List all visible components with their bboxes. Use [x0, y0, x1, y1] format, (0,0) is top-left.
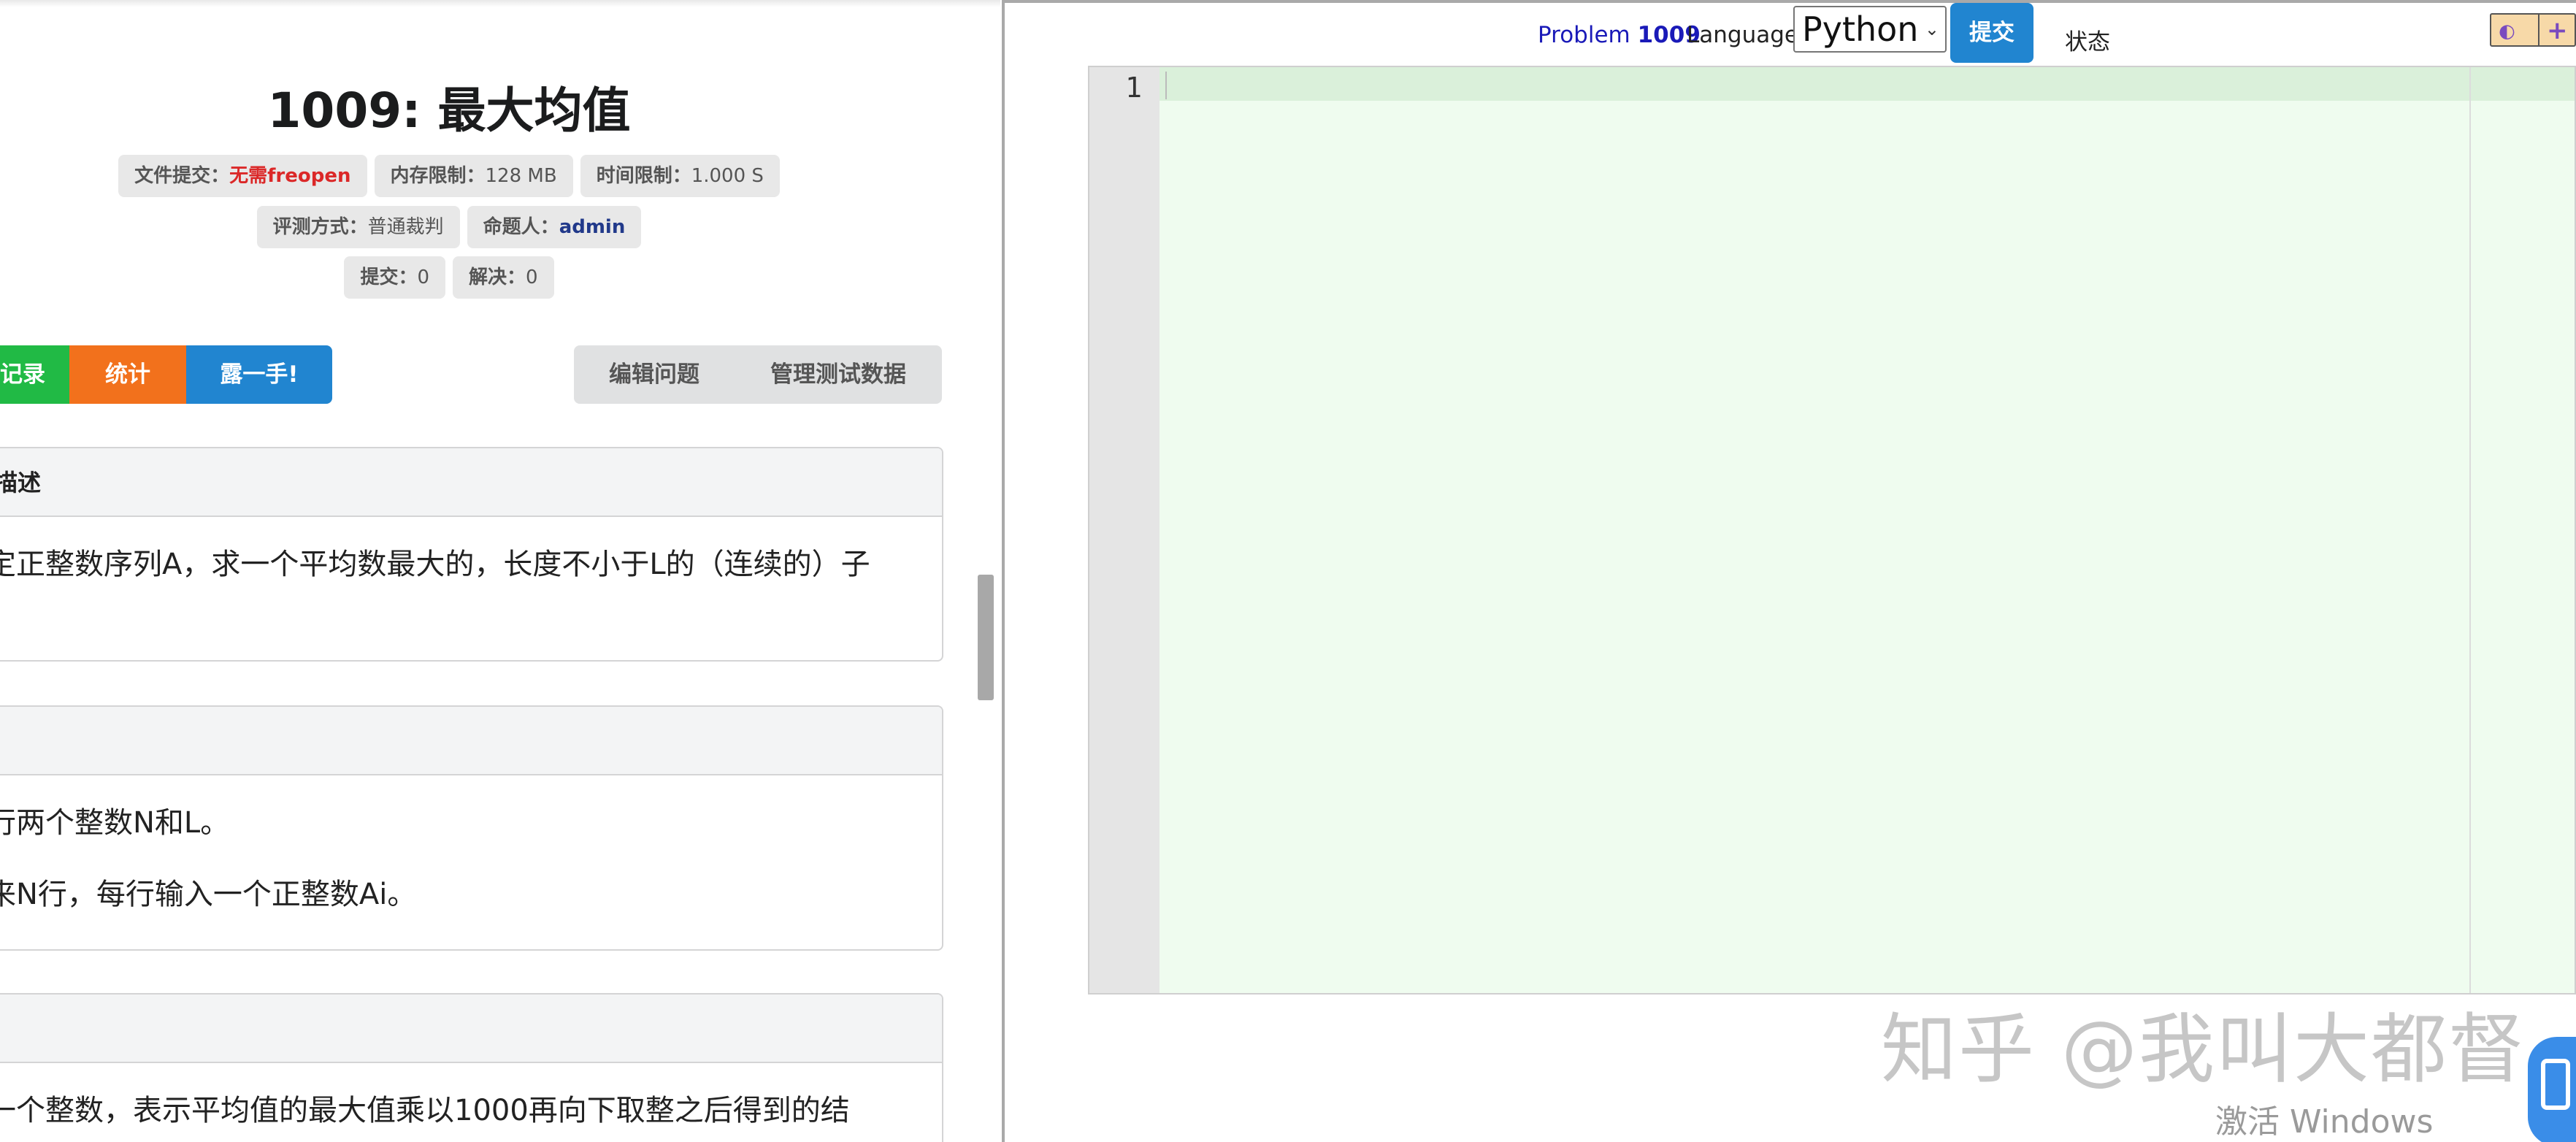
author-key: 命题人：: [483, 216, 559, 238]
labels-row-2: 评测方式：普通裁判 命题人：admin: [0, 206, 898, 248]
code-editor[interactable]: 1: [1088, 66, 2576, 995]
input-line-2: 来N行，每行输入一个正整数Ai。: [0, 878, 417, 911]
plus-icon: +: [2547, 16, 2568, 45]
memory-limit-value: 128 MB: [485, 165, 557, 187]
time-limit-key: 时间限制：: [596, 165, 691, 187]
labels-row-3: 提交：0 解决：0: [0, 256, 898, 299]
output-body: 一个整数，表示平均值的最大值乘以1000再向下取整之后得到的结: [0, 1092, 942, 1129]
description-body: 定正整数序列A，求一个平均数最大的，长度不小于L的（连续的）子: [0, 546, 942, 583]
input-line-1: 行两个整数N和L。: [0, 806, 230, 840]
theme-icon: ◐: [2499, 20, 2515, 42]
floating-assistant-icon[interactable]: [2528, 1037, 2576, 1142]
active-line-highlight: [1159, 67, 2575, 101]
line-number: 1: [1125, 72, 1142, 104]
file-submit-value: 无需freopen: [229, 165, 351, 187]
editor-pane: Problem 1009 Language: Python ⌄ 提交 状态 ◐ …: [1005, 3, 2576, 1142]
records-button[interactable]: 记录: [0, 345, 69, 404]
problem-prefix: Problem: [1538, 22, 1630, 48]
output-section: 一个整数，表示平均值的最大值乘以1000再向下取整之后得到的结: [0, 993, 943, 1142]
text-cursor: [1165, 72, 1167, 99]
solved-count-value: 0: [526, 267, 538, 288]
show-off-button[interactable]: 露一手!: [186, 345, 332, 404]
language-select[interactable]: Python ⌄: [1793, 6, 1947, 53]
problem-scrollbar[interactable]: [978, 575, 994, 700]
memory-limit-key: 内存限制：: [390, 165, 486, 187]
time-limit-label: 时间限制：1.000 S: [580, 155, 780, 197]
output-text: 一个整数，表示平均值的最大值乘以1000再向下取整之后得到的结: [0, 1094, 850, 1127]
author-value[interactable]: admin: [559, 216, 626, 238]
problem-title: 1009: 最大均值: [267, 83, 631, 139]
problem-pane: 1009: 最大均值 文件提交：无需freopen 内存限制：128 MB 时间…: [0, 0, 1000, 1142]
input-section: 行两个整数N和L。 来N行，每行输入一个正整数Ai。: [0, 705, 943, 951]
editor-gutter: 1: [1089, 67, 1159, 993]
solved-count-key: 解决：: [469, 267, 526, 288]
time-limit-value: 1.000 S: [691, 165, 764, 187]
author-label: 命题人：admin: [467, 206, 642, 248]
description-text: 定正整数序列A，求一个平均数最大的，长度不小于L的（连续的）子: [0, 548, 870, 581]
file-submit-key: 文件提交：: [134, 165, 230, 187]
action-button-group: 记录 统计 露一手!: [0, 345, 332, 404]
edit-problem-button[interactable]: 编辑问题: [574, 345, 735, 404]
input-heading: [0, 707, 942, 775]
theme-toggle-widget[interactable]: ◐ +: [2490, 13, 2576, 47]
submit-button[interactable]: 提交: [1950, 3, 2033, 63]
stats-button[interactable]: 统计: [69, 345, 186, 404]
judge-mode-label: 评测方式：普通裁判: [256, 206, 460, 248]
input-body: 行两个整数N和L。 来N行，每行输入一个正整数Ai。: [0, 805, 942, 913]
judge-mode-key: 评测方式：: [272, 216, 368, 238]
app-root: 1009: 最大均值 文件提交：无需freopen 内存限制：128 MB 时间…: [0, 0, 2576, 1142]
memory-limit-label: 内存限制：128 MB: [374, 155, 573, 197]
description-section: 描述 定正整数序列A，求一个平均数最大的，长度不小于L的（连续的）子: [0, 447, 943, 662]
top-shadow: [0, 0, 1000, 7]
status-link[interactable]: 状态: [2065, 23, 2110, 56]
solved-count-label: 解决：0: [453, 256, 554, 299]
language-label: Language:: [1687, 22, 1806, 48]
zhihu-watermark: 知乎 @我叫大都督: [1881, 1005, 2526, 1094]
widget-divider: [2538, 15, 2539, 47]
windows-activation-watermark: 激活 Windows: [2215, 1103, 2434, 1141]
submit-count-label: 提交：0: [344, 256, 445, 299]
judge-mode-value: 普通裁判: [367, 216, 444, 238]
manage-testdata-button[interactable]: 管理测试数据: [735, 345, 942, 404]
admin-button-group: 编辑问题 管理测试数据: [574, 345, 942, 404]
file-submit-label: 文件提交：无需freopen: [118, 155, 367, 197]
submit-count-key: 提交：: [360, 267, 418, 288]
print-margin: [2469, 67, 2471, 993]
assistant-glyph: [2541, 1059, 2570, 1110]
output-heading: [0, 995, 942, 1063]
language-value: Python: [1802, 9, 1919, 49]
description-heading: 描述: [0, 448, 942, 517]
submit-count-value: 0: [417, 267, 429, 288]
chevron-down-icon: ⌄: [1924, 19, 1939, 39]
problem-link[interactable]: Problem 1009: [1538, 22, 1701, 48]
labels-row-1: 文件提交：无需freopen 内存限制：128 MB 时间限制：1.000 S: [0, 155, 898, 197]
editor-toolbar: Problem 1009 Language: Python ⌄ 提交 状态 ◐ …: [1005, 3, 2576, 66]
